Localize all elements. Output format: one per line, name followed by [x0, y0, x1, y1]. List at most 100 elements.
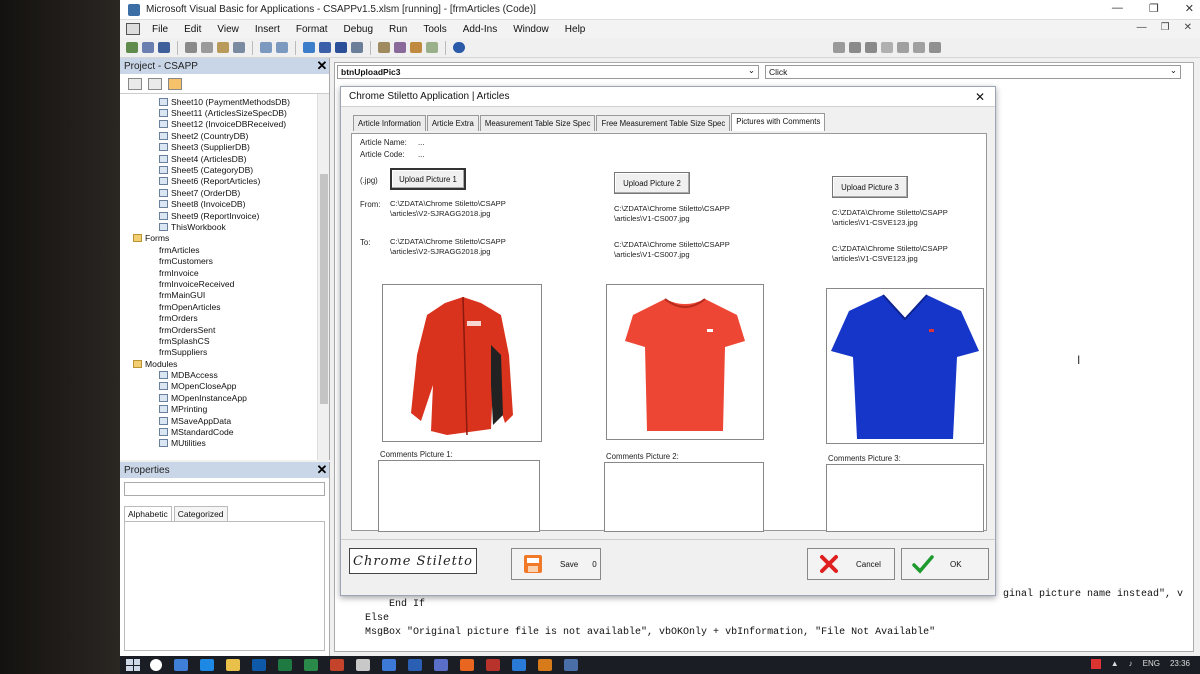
comments-picture-3-textbox[interactable]	[826, 464, 984, 532]
object-select[interactable]: btnUploadPic3	[337, 64, 759, 79]
access-icon[interactable]	[486, 659, 500, 671]
tree-item-modules[interactable]: Modules	[120, 358, 329, 369]
tree-item-thisworkbook[interactable]: ThisWorkbook	[120, 221, 329, 232]
windows-start-icon[interactable]	[126, 659, 140, 671]
language-indicator[interactable]: ENG	[1143, 659, 1160, 669]
comment-block-icon[interactable]	[897, 42, 909, 53]
tree-item-frmarticles[interactable]: frmArticles	[120, 180, 349, 255]
close-icon[interactable]: ✕	[315, 59, 329, 73]
tree-item-forms[interactable]: Forms	[120, 233, 329, 244]
view-excel-icon[interactable]	[126, 42, 138, 53]
menu-window[interactable]: Window	[505, 24, 557, 35]
tree-item-sheet11[interactable]: Sheet11 (ArticlesSizeSpecDB)	[120, 107, 329, 118]
properties-grid[interactable]	[124, 521, 325, 651]
tree-item-sheet8[interactable]: Sheet8 (InvoiceDB)	[120, 199, 329, 210]
menu-addins[interactable]: Add-Ins	[455, 24, 505, 35]
cut-icon[interactable]	[185, 42, 197, 53]
break-icon[interactable]	[319, 42, 331, 53]
redo-icon[interactable]	[276, 42, 288, 53]
close-icon[interactable]: ✕	[1185, 2, 1194, 15]
tree-item-sheet4[interactable]: Sheet4 (ArticlesDB)	[120, 153, 329, 164]
tree-item-frmcustomers[interactable]: frmCustomers	[120, 180, 349, 266]
tree-item-sheet9[interactable]: Sheet9 (ReportInvoice)	[120, 210, 329, 221]
upload-picture-1-button[interactable]: Upload Picture 1	[390, 168, 466, 190]
toggle-folders-icon[interactable]	[168, 77, 182, 90]
tree-item-sheet12[interactable]: Sheet12 (InvoiceDBReceived)	[120, 119, 329, 130]
powerpoint-icon[interactable]	[330, 659, 344, 671]
comments-picture-2-textbox[interactable]	[604, 462, 764, 532]
menu-format[interactable]: Format	[288, 24, 336, 35]
tree-item-sheet10[interactable]: Sheet10 (PaymentMethodsDB)	[120, 96, 329, 107]
tab-free-measurement-table[interactable]: Free Measurement Table Size Spec	[596, 115, 731, 131]
indent-icon[interactable]	[849, 42, 861, 53]
tree-item-mopencloseapp[interactable]: MOpenCloseApp	[120, 381, 329, 392]
project-explorer-icon[interactable]	[378, 42, 390, 53]
restore-icon[interactable]: ❐	[1149, 2, 1159, 15]
insert-userform-icon[interactable]	[142, 42, 154, 53]
code-close-icon[interactable]: ✕	[1184, 22, 1192, 33]
tree-item-mstandardcode[interactable]: MStandardCode	[120, 426, 329, 437]
tab-measurement-table[interactable]: Measurement Table Size Spec	[479, 115, 596, 131]
cancel-button[interactable]: Cancel	[807, 548, 895, 580]
properties-object-select[interactable]	[124, 482, 325, 496]
excel-icon[interactable]	[278, 659, 292, 671]
code-minimize-icon[interactable]: —	[1137, 22, 1147, 33]
task-view-icon[interactable]	[174, 659, 188, 671]
tree-item-sheet7[interactable]: Sheet7 (OrderDB)	[120, 187, 329, 198]
tree-item-frmsplashcs[interactable]: frmSplashCS	[120, 180, 349, 346]
tab-article-extra[interactable]: Article Extra	[426, 115, 479, 131]
uncomment-block-icon[interactable]	[913, 42, 925, 53]
view-object-icon[interactable]	[148, 77, 162, 90]
tab-categorized[interactable]: Categorized	[173, 506, 228, 521]
code-restore-icon[interactable]: ❐	[1161, 22, 1170, 33]
edit-toolbar-icon[interactable]	[833, 42, 845, 53]
file-explorer-icon[interactable]	[226, 659, 240, 671]
help-icon[interactable]	[453, 42, 465, 53]
toggle-breakpoint-icon[interactable]	[881, 42, 893, 53]
reset-icon[interactable]	[335, 42, 347, 53]
properties-icon[interactable]	[394, 42, 406, 53]
view-code-icon[interactable]	[128, 77, 142, 90]
tree-item-frmorders[interactable]: frmOrders	[120, 180, 349, 323]
paste-icon[interactable]	[217, 42, 229, 53]
menu-help[interactable]: Help	[557, 24, 594, 35]
run-icon[interactable]	[303, 42, 315, 53]
comments-picture-1-textbox[interactable]	[378, 460, 540, 532]
chrome-icon[interactable]	[382, 659, 396, 671]
tree-item-sheet6[interactable]: Sheet6 (ReportArticles)	[120, 176, 329, 187]
tree-item-mprinting[interactable]: MPrinting	[120, 404, 329, 415]
firefox-icon[interactable]	[460, 659, 474, 671]
network-icon[interactable]: ▲	[1111, 659, 1119, 669]
project-scrollbar[interactable]	[317, 94, 329, 460]
minimize-icon[interactable]: —	[1112, 2, 1123, 15]
tree-item-frminvoicereceived[interactable]: frmInvoiceReceived	[120, 180, 349, 289]
tree-item-sheet5[interactable]: Sheet5 (CategoryDB)	[120, 164, 329, 175]
toolbox-icon[interactable]	[426, 42, 438, 53]
upload-picture-3-button[interactable]: Upload Picture 3	[832, 176, 908, 198]
clock[interactable]: 23:36	[1170, 659, 1190, 669]
tree-item-mutilities[interactable]: MUtilities	[120, 438, 329, 449]
app-icon-3[interactable]	[564, 659, 578, 671]
tree-item-mdbaccess[interactable]: MDBAccess	[120, 369, 329, 380]
close-icon[interactable]: ✕	[315, 463, 329, 477]
tray-app-icon[interactable]	[1090, 659, 1101, 669]
search-icon[interactable]	[150, 659, 162, 671]
outdent-icon[interactable]	[865, 42, 877, 53]
volume-icon[interactable]: ♪	[1129, 659, 1133, 669]
tree-item-msaveappdata[interactable]: MSaveAppData	[120, 415, 329, 426]
bookmark-icon[interactable]	[929, 42, 941, 53]
tree-item-frmorderssent[interactable]: frmOrdersSent	[120, 180, 349, 335]
menu-insert[interactable]: Insert	[247, 24, 288, 35]
publisher-icon[interactable]	[304, 659, 318, 671]
outlook-icon[interactable]	[252, 659, 266, 671]
tree-item-frmopenarticles[interactable]: frmOpenArticles	[120, 180, 349, 312]
menu-debug[interactable]: Debug	[336, 24, 381, 35]
tab-alphabetic[interactable]: Alphabetic	[124, 506, 172, 521]
menu-tools[interactable]: Tools	[415, 24, 454, 35]
app-icon-2[interactable]	[538, 659, 552, 671]
form-close-icon[interactable]: ✕	[975, 90, 985, 104]
module-window-icon[interactable]	[126, 23, 140, 35]
design-mode-icon[interactable]	[351, 42, 363, 53]
menu-file[interactable]: File	[144, 24, 176, 35]
edge-icon[interactable]	[200, 659, 214, 671]
